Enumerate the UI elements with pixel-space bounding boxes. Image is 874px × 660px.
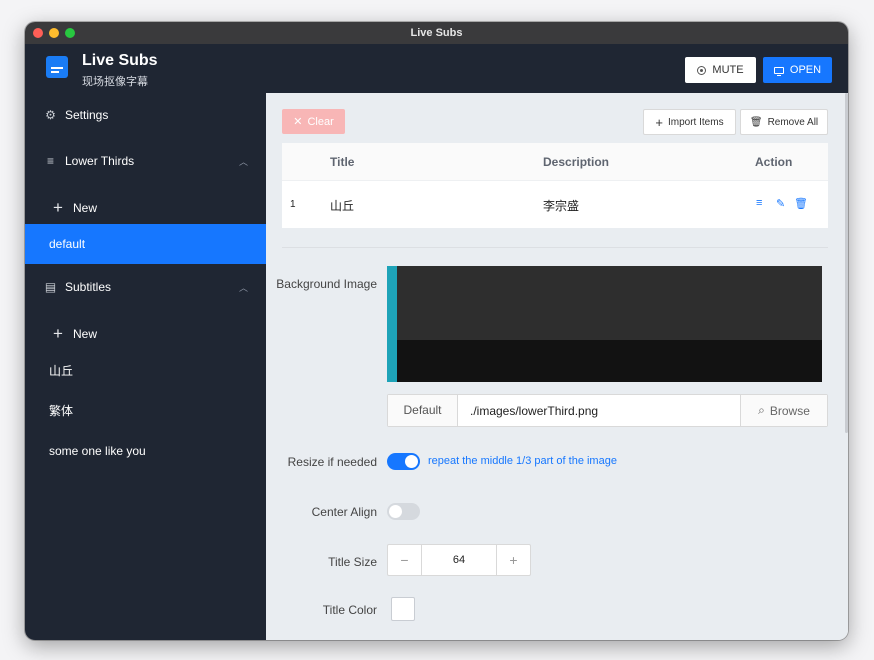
- close-window-button[interactable]: [33, 28, 43, 38]
- divider: [282, 247, 828, 248]
- trash-icon[interactable]: 🗑︎: [794, 197, 808, 210]
- title-size-input[interactable]: 64: [422, 545, 496, 575]
- sidebar-item-label: 繁体: [49, 403, 74, 418]
- resize-toggle[interactable]: [387, 453, 420, 470]
- chevron-up-icon: ︿: [238, 282, 248, 293]
- menu-lines-icon[interactable]: ≡: [756, 197, 762, 209]
- title-color-label: Title Color: [322, 603, 377, 617]
- trash-icon: 🗑︎: [749, 116, 763, 128]
- sidebar-item-label: Lower Thirds: [65, 154, 135, 168]
- app-header: Live Subs 现场抠像字幕 MUTE OPEN: [25, 44, 848, 93]
- import-label: Import Items: [668, 116, 724, 128]
- row-description: 李宗盛: [543, 199, 580, 213]
- row-index: 1: [290, 199, 296, 210]
- mute-label: MUTE: [712, 64, 744, 76]
- mute-button[interactable]: MUTE: [685, 57, 756, 83]
- toggle-knob: [389, 505, 402, 518]
- window-controls: [33, 28, 75, 38]
- sidebar-item-label: some one like you: [49, 444, 146, 458]
- document-icon: ▤: [44, 280, 57, 294]
- resize-label: Resize if needed: [287, 455, 377, 469]
- chevron-up-icon: ︿: [238, 156, 248, 167]
- minimize-window-button[interactable]: [49, 28, 59, 38]
- default-image-button[interactable]: Default: [388, 395, 458, 426]
- preview-bottom-band: [397, 340, 822, 382]
- table-row[interactable]: 1 山丘 李宗盛 ≡ ✎ 🗑︎: [282, 182, 828, 228]
- resize-hint: repeat the middle 1/3 part of the image: [428, 455, 617, 467]
- gear-icon: ⚙: [45, 108, 56, 122]
- sidebar-item-label: 山丘: [49, 363, 74, 378]
- menu-lines-icon: ≡: [46, 154, 54, 168]
- remove-all-label: Remove All: [767, 116, 819, 128]
- image-path-group: Default ./images/lowerThird.png ⌕ Browse: [387, 394, 828, 427]
- column-header-action: Action: [755, 155, 793, 169]
- background-image-preview: [387, 266, 822, 382]
- items-table: Title Description Action 1 山丘 李宗盛 ≡ ✎ 🗑︎: [282, 143, 828, 228]
- plus-icon: +: [655, 114, 663, 130]
- sidebar-group-lower-thirds[interactable]: ≡ Lower Thirds ︿: [25, 141, 266, 181]
- title-size-stepper: − 64 +: [387, 544, 531, 576]
- center-align-label: Center Align: [311, 505, 377, 519]
- app-logo-icon: [46, 56, 68, 78]
- browse-button[interactable]: ⌕ Browse: [740, 395, 827, 426]
- clear-label: Clear: [307, 115, 334, 128]
- sidebar-item-label: New: [73, 327, 98, 341]
- table-header: Title Description Action: [282, 143, 828, 181]
- row-title: 山丘: [330, 199, 355, 213]
- zoom-window-button[interactable]: [65, 28, 75, 38]
- scrollbar-track[interactable]: [844, 93, 848, 640]
- increment-button[interactable]: +: [496, 545, 530, 575]
- sidebar-item-lower-thirds-new[interactable]: + New: [25, 188, 266, 228]
- app-title: Live Subs: [82, 52, 158, 69]
- toggle-knob: [405, 455, 418, 468]
- title-size-label: Title Size: [328, 555, 377, 569]
- import-items-button[interactable]: + Import Items: [643, 109, 736, 135]
- column-header-description: Description: [543, 155, 610, 169]
- title-bar: Live Subs: [25, 22, 848, 44]
- window-title: Live Subs: [410, 27, 463, 39]
- preview-accent-bar: [387, 266, 397, 382]
- edit-icon[interactable]: ✎: [776, 197, 785, 210]
- sidebar-item-label: Settings: [65, 108, 109, 122]
- close-icon: ✕: [293, 116, 303, 128]
- sidebar: ⚙ Settings ≡ Lower Thirds ︿ + New defaul…: [25, 93, 266, 640]
- remove-all-button[interactable]: 🗑︎ Remove All: [740, 109, 828, 135]
- sidebar-item-settings[interactable]: ⚙ Settings: [25, 95, 266, 135]
- monitor-icon: [773, 66, 784, 76]
- preview-top-band: [397, 266, 822, 340]
- plus-icon: +: [53, 198, 63, 217]
- open-label: OPEN: [789, 64, 822, 76]
- sidebar-item-label: default: [49, 237, 86, 251]
- mute-icon: [697, 65, 707, 75]
- app-subtitle: 现场抠像字幕: [82, 76, 148, 88]
- plus-icon: +: [53, 324, 63, 343]
- main-content: ✕ Clear + Import Items 🗑︎ Remove All Tit…: [266, 93, 848, 640]
- sidebar-item-subtitles-new[interactable]: + New: [25, 314, 266, 354]
- browse-label: Browse: [769, 403, 810, 418]
- decrement-button[interactable]: −: [388, 545, 422, 575]
- search-icon: ⌕: [758, 403, 765, 417]
- sidebar-item-label: Subtitles: [65, 280, 112, 294]
- background-image-label: Background Image: [276, 277, 377, 291]
- sidebar-group-subtitles[interactable]: ▤ Subtitles ︿: [25, 267, 266, 307]
- sidebar-item-subtitle[interactable]: 繁体: [25, 390, 266, 430]
- sidebar-item-default[interactable]: default: [25, 224, 266, 264]
- sidebar-item-subtitle[interactable]: some one like you: [25, 431, 266, 471]
- title-color-picker[interactable]: [391, 597, 415, 621]
- sidebar-item-label: New: [73, 201, 98, 215]
- column-header-title: Title: [330, 155, 355, 169]
- clear-button[interactable]: ✕ Clear: [282, 109, 345, 134]
- center-align-toggle[interactable]: [387, 503, 420, 520]
- scrollbar-thumb[interactable]: [845, 93, 848, 433]
- sidebar-item-subtitle[interactable]: 山丘: [25, 350, 266, 390]
- open-button[interactable]: OPEN: [763, 57, 832, 83]
- image-path-input[interactable]: ./images/lowerThird.png: [470, 404, 598, 418]
- app-window: Live Subs Live Subs 现场抠像字幕 MUTE OPEN ⚙ S…: [25, 22, 848, 640]
